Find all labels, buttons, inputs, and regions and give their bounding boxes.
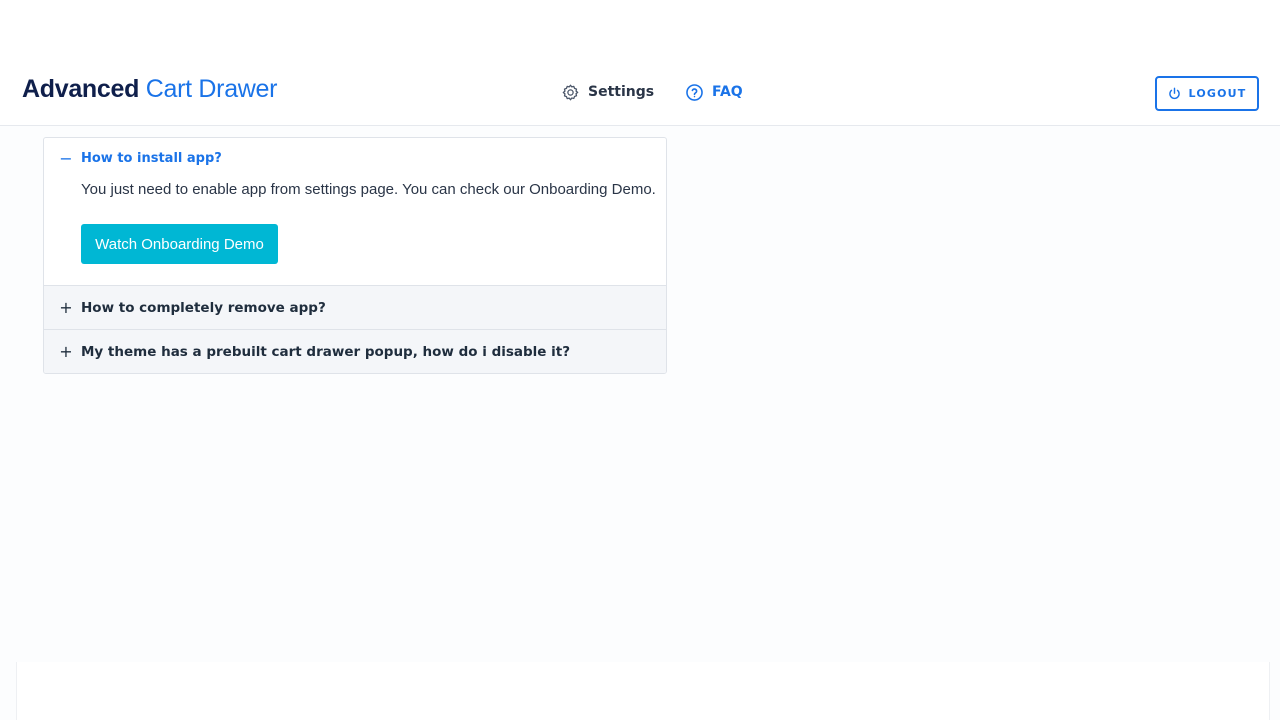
- faq-item-header[interactable]: − How to install app?: [44, 138, 666, 178]
- top-header: Advanced Cart Drawer Settings FAQ LOGOUT: [0, 0, 1280, 126]
- footer-bar: [16, 662, 1270, 720]
- power-icon: [1168, 87, 1189, 100]
- collapse-icon: −: [59, 148, 73, 168]
- faq-item-header[interactable]: + My theme has a prebuilt cart drawer po…: [44, 330, 666, 373]
- faq-question: My theme has a prebuilt cart drawer popu…: [81, 343, 571, 360]
- brand-bold: Advanced: [22, 75, 140, 103]
- faq-item: − How to install app? You just need to e…: [44, 138, 666, 285]
- app-logo: Advanced Cart Drawer: [22, 74, 278, 104]
- faq-answer-panel: You just need to enable app from setting…: [44, 178, 666, 285]
- watch-onboarding-demo-button[interactable]: Watch Onboarding Demo: [81, 224, 278, 264]
- faq-accordion: − How to install app? You just need to e…: [43, 137, 667, 374]
- nav-settings-label: Settings: [588, 84, 655, 100]
- question-circle-icon: [685, 83, 712, 102]
- expand-icon: +: [59, 342, 73, 361]
- faq-answer-text: You just need to enable app from setting…: [81, 181, 656, 198]
- faq-item: + How to completely remove app?: [44, 285, 666, 329]
- faq-item: + My theme has a prebuilt cart drawer po…: [44, 329, 666, 373]
- gear-icon: [561, 83, 588, 102]
- nav-faq-label: FAQ: [712, 84, 743, 100]
- nav-settings-link[interactable]: Settings: [561, 80, 654, 104]
- faq-item-header[interactable]: + How to completely remove app?: [44, 286, 666, 329]
- brand-light: Cart Drawer: [145, 75, 278, 103]
- logout-button[interactable]: LOGOUT: [1155, 76, 1259, 111]
- app-page: Advanced Cart Drawer Settings FAQ LOGOUT…: [0, 0, 1280, 720]
- faq-question: How to install app?: [81, 150, 222, 166]
- nav-faq-link[interactable]: FAQ: [685, 80, 743, 104]
- faq-question: How to completely remove app?: [81, 299, 326, 316]
- expand-icon: +: [59, 298, 73, 317]
- logout-label: LOGOUT: [1188, 87, 1247, 100]
